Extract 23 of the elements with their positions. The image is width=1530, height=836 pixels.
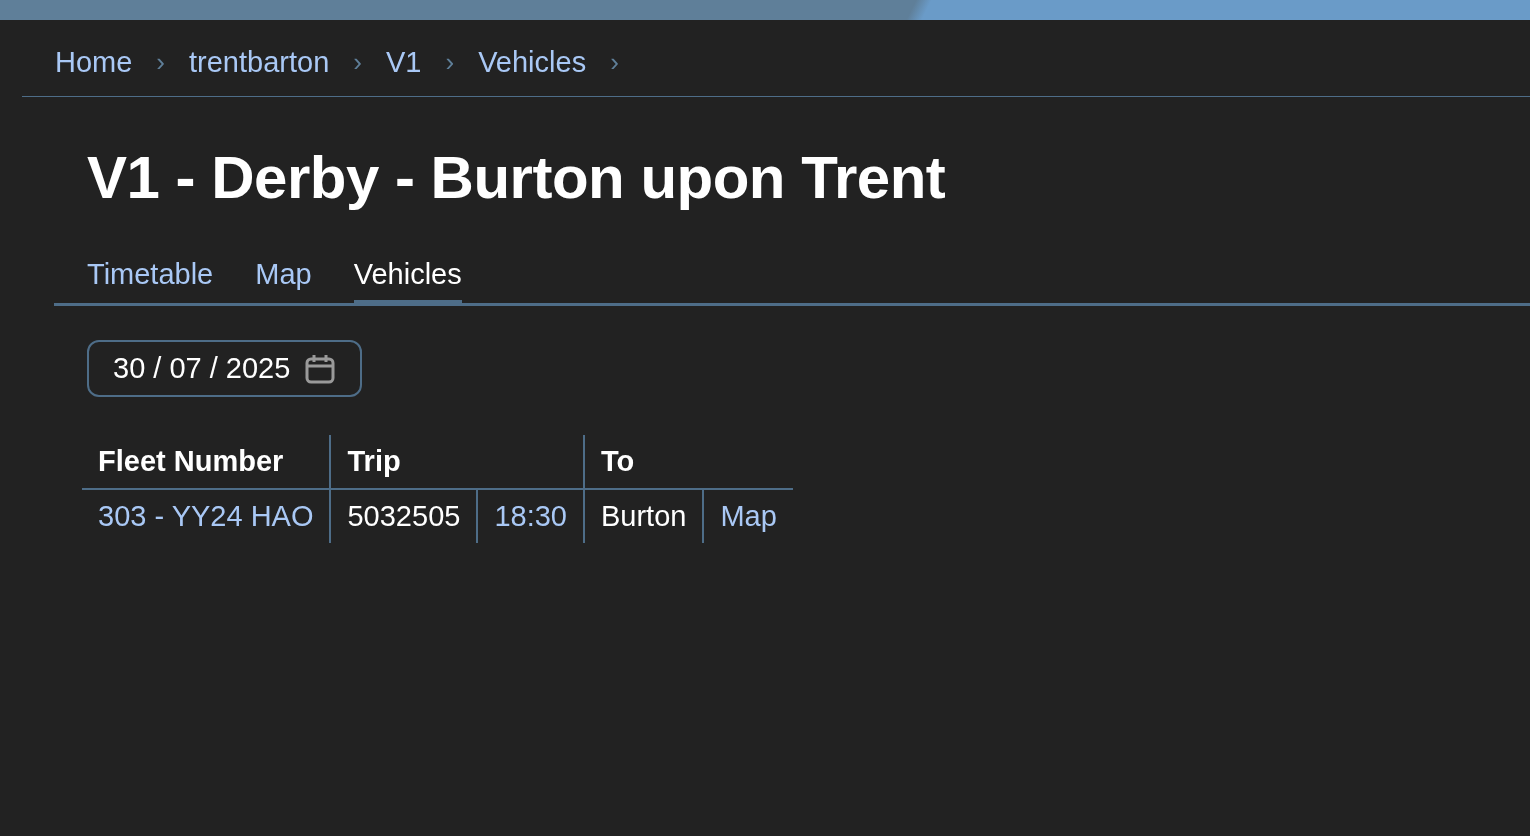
page-title: V1 - Derby - Burton upon Trent [86,143,947,213]
breadcrumb-link[interactable]: trentbarton [189,42,330,82]
table-link[interactable]: Map [703,489,793,543]
table-link[interactable]: 303 - YY24 HAO [82,489,331,543]
table-cell: Burton [583,489,704,543]
table-cell: 5032505 [330,489,478,543]
breadcrumb-link[interactable]: Vehicles [478,42,587,82]
calendar-icon[interactable] [304,352,337,385]
breadcrumb-separator: › [156,46,166,79]
tab[interactable]: Map [255,254,312,306]
tab[interactable]: Timetable [87,254,214,306]
breadcrumb-link[interactable]: V1 [385,42,422,82]
table-link[interactable]: 18:30 [477,489,584,543]
date-value: 30 / 07 / 2025 [113,352,291,385]
tab[interactable]: Vehicles [353,254,462,306]
column-header: Trip [330,435,584,489]
date-field[interactable]: 30 / 07 / 2025 [87,340,363,397]
breadcrumb-separator: › [353,46,362,79]
column-header: Fleet Number [82,435,331,489]
breadcrumb-link[interactable]: Home [55,42,133,82]
breadcrumb-separator: › [445,46,455,79]
breadcrumb-separator: › [610,46,619,79]
column-header: To [583,435,793,489]
